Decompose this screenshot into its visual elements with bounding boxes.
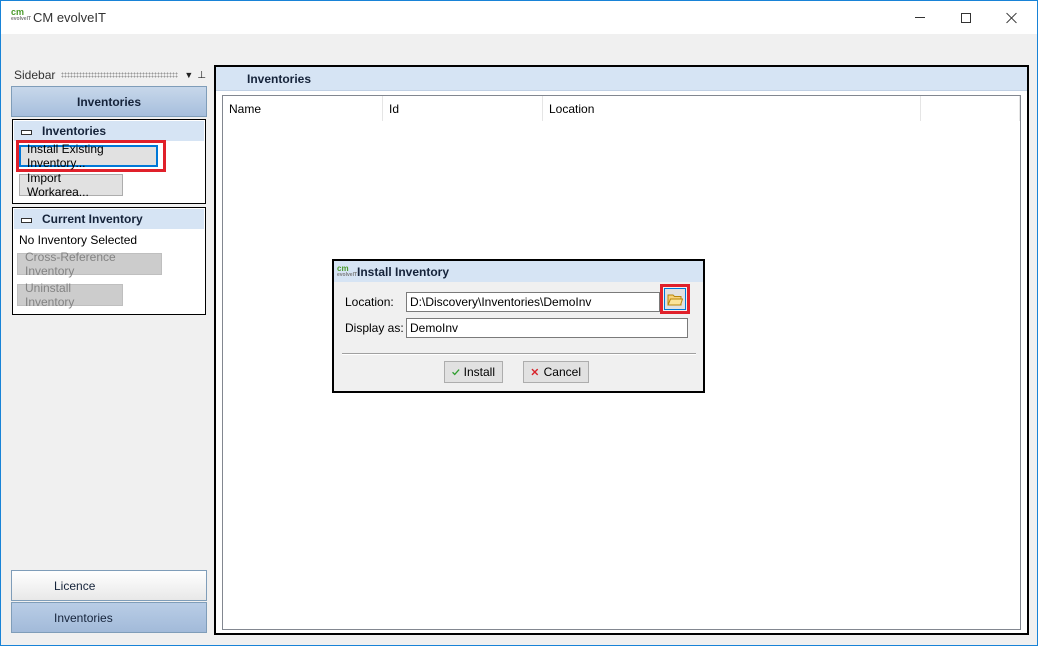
- browse-folder-button[interactable]: [664, 288, 686, 310]
- cancel-button-label: Cancel: [543, 365, 581, 379]
- display-as-label: Display as:: [345, 321, 404, 335]
- dialog-title-bar: cm evolveIT Install Inventory: [334, 261, 703, 282]
- dialog-title: Install Inventory: [357, 264, 450, 279]
- app-logo-icon: cm evolveIT: [11, 8, 32, 24]
- display-as-field[interactable]: DemoInv: [406, 318, 688, 338]
- current-inventory-group-label: Current Inventory: [42, 212, 143, 226]
- location-field[interactable]: D:\Discovery\Inventories\DemoInv: [406, 292, 660, 312]
- sidebar: Sidebar ▼ ⊥ Inventories Inventories Inst…: [10, 65, 208, 635]
- install-button-label: Install: [463, 365, 495, 379]
- cancel-x-icon: [531, 368, 539, 376]
- close-icon: [1006, 12, 1018, 24]
- sidebar-label: Sidebar: [14, 68, 56, 82]
- column-header-id[interactable]: Id: [383, 96, 543, 121]
- import-workarea-button[interactable]: Import Workarea...: [19, 171, 123, 199]
- inventories-group: Inventories Install Existing Inventory..…: [12, 119, 206, 204]
- location-label: Location:: [345, 295, 394, 309]
- minimize-icon: [915, 17, 925, 18]
- dialog-logo-subtext: evolveIT: [337, 271, 358, 278]
- maximize-icon: [961, 12, 971, 23]
- inventories-group-title[interactable]: Inventories: [14, 121, 204, 141]
- collapse-icon[interactable]: [21, 127, 32, 136]
- cross-reference-inventory-button[interactable]: Cross-Reference Inventory: [17, 250, 162, 278]
- sidebar-header[interactable]: Sidebar ▼ ⊥: [10, 65, 208, 85]
- tab-inventories[interactable]: Inventories: [11, 602, 207, 633]
- minimize-button[interactable]: [897, 1, 943, 34]
- column-header-filler: [921, 96, 1020, 121]
- pin-icon[interactable]: ⊥: [197, 70, 206, 81]
- column-header-name[interactable]: Name: [223, 96, 383, 121]
- drag-grip-icon[interactable]: [61, 72, 179, 78]
- check-icon: [452, 369, 460, 376]
- uninstall-inventory-button[interactable]: Uninstall Inventory: [17, 281, 123, 309]
- title-bar: cm evolveIT CM evolveIT: [1, 1, 1037, 34]
- install-existing-inventory-button[interactable]: Install Existing Inventory...: [19, 142, 158, 170]
- install-button[interactable]: Install: [444, 361, 503, 383]
- window-title: CM evolveIT: [33, 10, 106, 25]
- inventories-group-label: Inventories: [42, 124, 107, 138]
- no-inventory-status: No Inventory Selected: [19, 233, 138, 247]
- maximize-button[interactable]: [943, 1, 989, 34]
- install-inventory-dialog: cm evolveIT Install Inventory Location: …: [332, 259, 705, 393]
- sidebar-section-header[interactable]: Inventories: [11, 86, 207, 117]
- folder-icon: [667, 294, 683, 305]
- current-inventory-group-title[interactable]: Current Inventory: [14, 209, 204, 229]
- cancel-button[interactable]: Cancel: [523, 361, 589, 383]
- main-panel-title: Inventories: [216, 67, 1027, 91]
- current-inventory-group: Current Inventory No Inventory Selected …: [12, 207, 206, 315]
- tab-licence[interactable]: Licence: [11, 570, 207, 601]
- dialog-separator: [342, 353, 696, 355]
- collapse-icon[interactable]: [21, 215, 32, 224]
- column-header-location[interactable]: Location: [543, 96, 921, 121]
- dropdown-arrow-icon[interactable]: ▼: [184, 70, 193, 80]
- close-button[interactable]: [989, 1, 1035, 34]
- app-logo-icon: cm evolveIT: [337, 264, 358, 279]
- app-logo-subtext: evolveIT: [11, 16, 32, 22]
- app-window: cm evolveIT CM evolveIT Sidebar ▼ ⊥ Inve…: [0, 0, 1038, 646]
